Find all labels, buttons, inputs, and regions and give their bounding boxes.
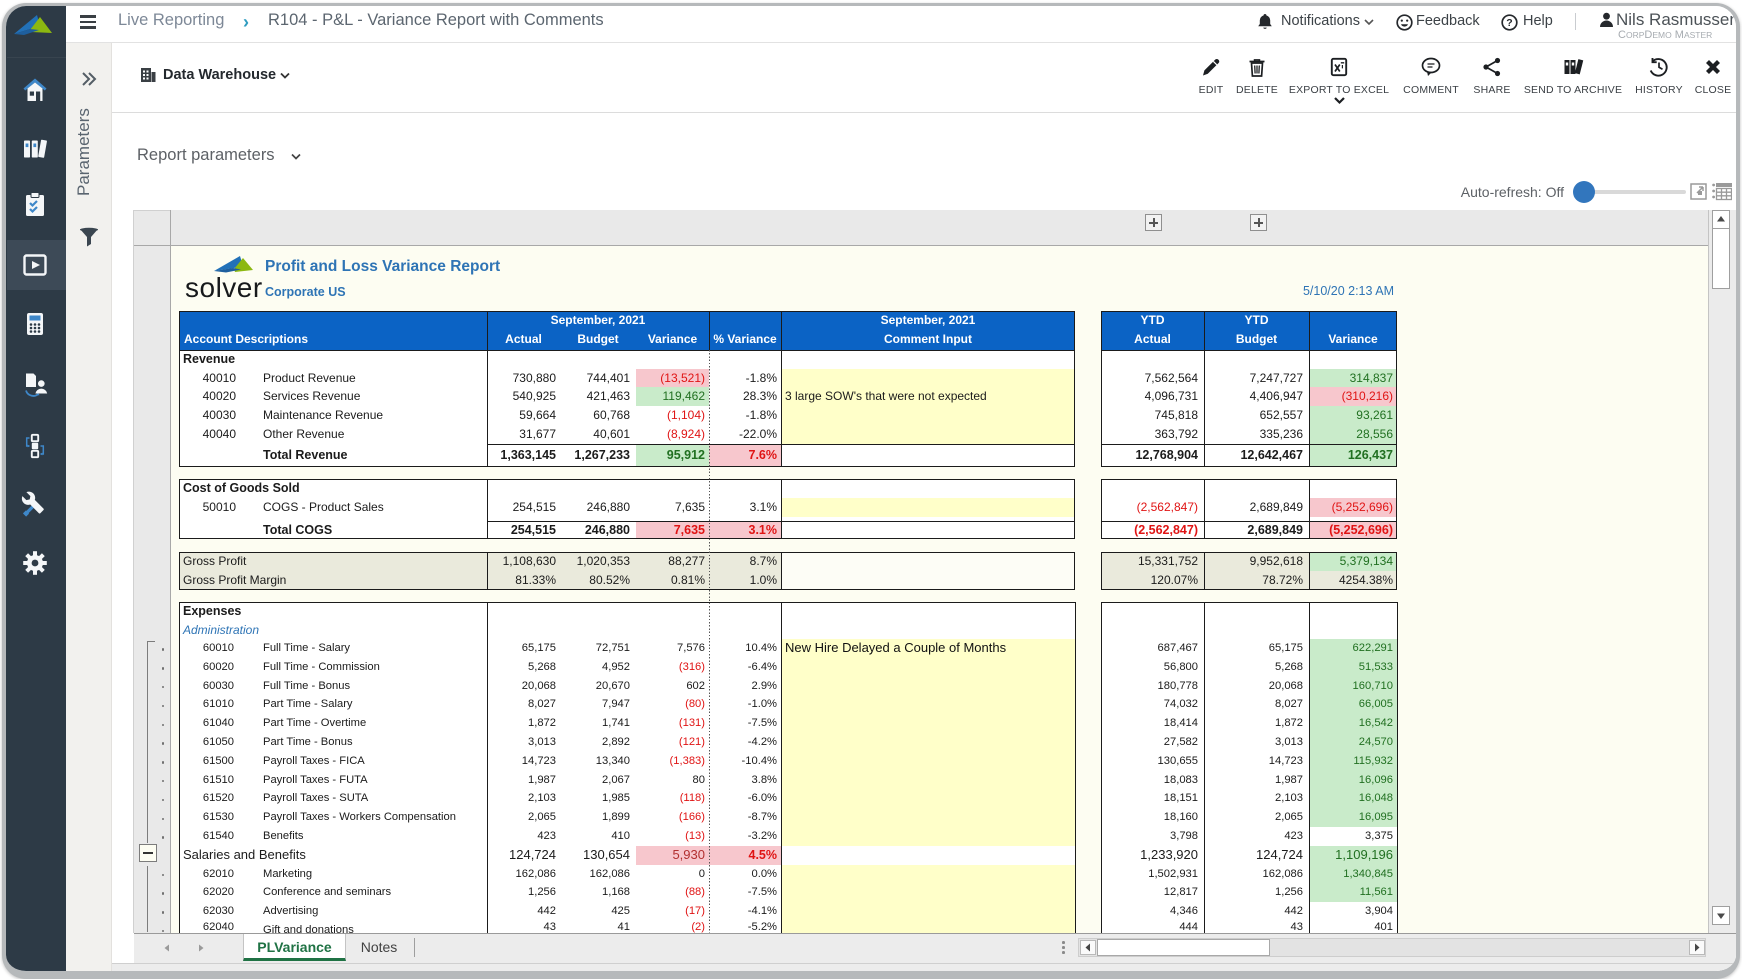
svg-text:?: ? <box>1506 17 1512 29</box>
